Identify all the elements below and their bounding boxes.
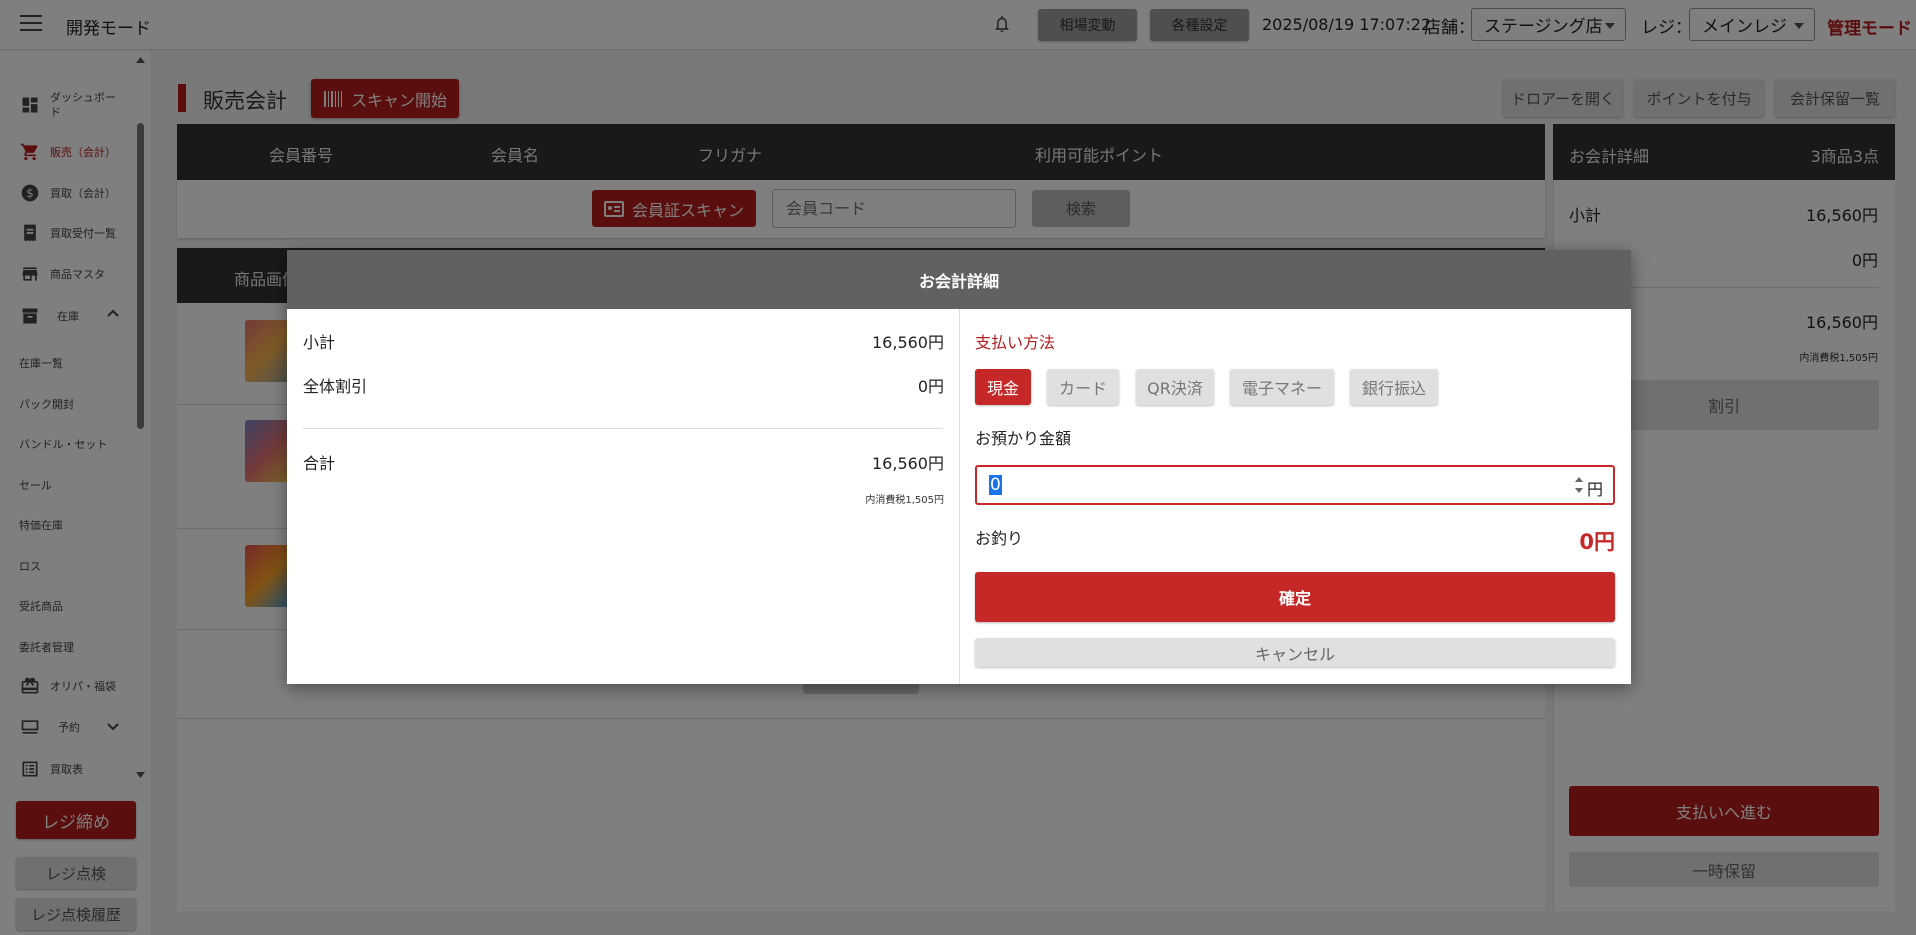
overall-discount-value: 0円 [917,377,944,396]
modal-subtotal-value: 16,560円 [872,333,944,352]
payment-cash-button[interactable]: 現金 [975,369,1031,405]
payment-card-button[interactable]: カード [1047,369,1119,405]
deposit-amount-value: 0 [989,475,1002,495]
overall-discount-label: 全体割引 [303,377,368,396]
modal-divider [303,428,943,429]
deposit-amount-input[interactable]: 0 円 [975,465,1615,505]
modal-column-divider [959,309,960,684]
modal-total-label: 合計 [303,454,336,473]
payment-bank-button[interactable]: 銀行振込 [1350,369,1438,405]
number-stepper-icon[interactable] [1573,473,1585,497]
payment-qr-button[interactable]: QR決済 [1136,369,1214,405]
modal-total-value: 16,560円 [872,454,944,473]
modal-subtotal-label: 小計 [303,333,336,352]
deposit-amount-label: お預かり金額 [975,429,1072,448]
change-label: お釣り [975,529,1024,548]
yen-unit: 円 [1587,480,1604,499]
modal-tax-value: 内消費税1,505円 [865,495,944,506]
modal-title: お会計詳細 [287,250,1631,309]
payment-emoney-button[interactable]: 電子マネー [1230,369,1334,405]
change-value: 0円 [1579,530,1615,554]
confirm-button[interactable]: 確定 [975,572,1615,622]
checkout-modal: お会計詳細 小計 16,560円 全体割引 0円 合計 16,560円 内消費税… [287,250,1631,684]
payment-method-label: 支払い方法 [975,333,1056,352]
cancel-button[interactable]: キャンセル [975,638,1615,667]
